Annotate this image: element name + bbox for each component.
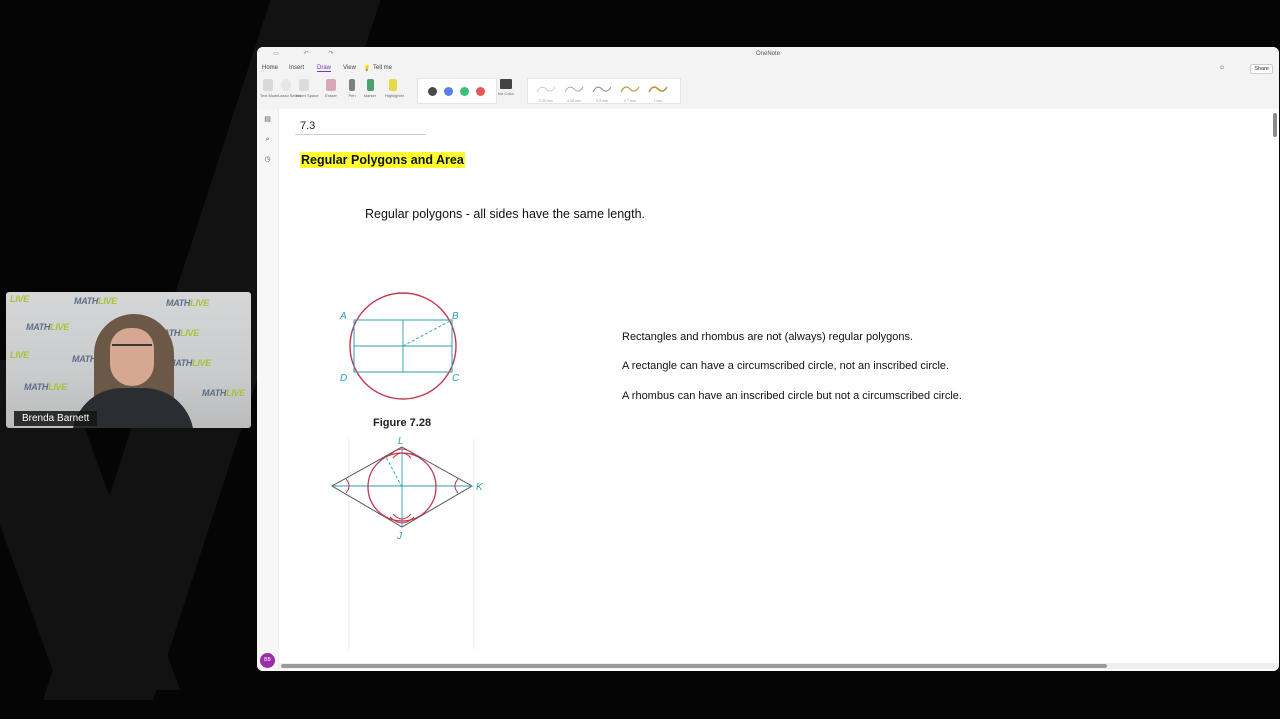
label-a: A bbox=[339, 311, 347, 322]
stroke-sample-icon bbox=[592, 86, 612, 93]
label-l: L bbox=[398, 436, 404, 447]
color-swatch-red[interactable] bbox=[476, 87, 485, 96]
onenote-window: ▭ ↶ ↷ OneNote Home Insert Draw View 💡 Te… bbox=[257, 47, 1279, 671]
stroke-sample-icon bbox=[648, 86, 668, 93]
ink-color-icon bbox=[500, 79, 512, 89]
stroke-size-option[interactable]: 0.25 mm bbox=[534, 81, 558, 103]
stroke-sample-icon bbox=[620, 86, 640, 93]
note-line-1[interactable]: Rectangles and rhombus are not (always) … bbox=[622, 331, 913, 343]
page-heading[interactable]: Regular Polygons and Area bbox=[300, 152, 465, 168]
stroke-size-gallery: 0.25 mm 0.35 mm 0.5 mm 0.7 mm 1 mm bbox=[527, 78, 681, 104]
insert-space-icon bbox=[299, 79, 309, 91]
tell-me-search[interactable]: Tell me bbox=[373, 65, 392, 71]
notebooks-icon[interactable]: ▤ bbox=[263, 115, 272, 124]
label-k: K bbox=[476, 482, 484, 493]
watermark-logo: LIVE bbox=[10, 294, 29, 304]
label-c: C bbox=[452, 373, 460, 384]
text-mode-icon bbox=[263, 79, 273, 91]
tab-insert[interactable]: Insert bbox=[289, 65, 304, 71]
label-j: J bbox=[396, 531, 403, 542]
page-title[interactable]: 7.3 bbox=[300, 120, 315, 132]
eraser-icon bbox=[326, 79, 336, 91]
lasso-icon bbox=[281, 79, 291, 91]
note-page[interactable]: 7.3 Regular Polygons and Area Regular po… bbox=[279, 109, 1279, 671]
app-title: OneNote bbox=[755, 51, 780, 57]
marker-tool[interactable]: Marker bbox=[362, 79, 378, 98]
left-navigation: ▤ ⌕ ◷ BB bbox=[257, 109, 279, 671]
presenter-webcam: LIVE MATHLIVE MATHLIVE MATHLIVE MATHLIVE… bbox=[6, 292, 251, 428]
watermark-logo: MATHLIVE bbox=[202, 388, 245, 398]
menu-bar: Home Insert Draw View 💡 Tell me ☺ bbox=[257, 63, 1279, 75]
recent-icon[interactable]: ◷ bbox=[263, 155, 272, 164]
text-mode-tool[interactable]: Text Mode bbox=[260, 79, 278, 98]
pen-color-palette bbox=[417, 78, 497, 104]
insert-space-tool[interactable]: Insert Space bbox=[296, 79, 318, 98]
highlighter-tool[interactable]: Highlighter bbox=[385, 79, 404, 98]
search-icon[interactable]: ⌕ bbox=[263, 135, 272, 144]
stroke-size-option[interactable]: 0.7 mm bbox=[618, 81, 642, 103]
stroke-sample-icon bbox=[564, 86, 584, 93]
label-d: D bbox=[340, 373, 347, 384]
pen-tool[interactable]: Pen bbox=[344, 79, 360, 98]
color-swatch-blue[interactable] bbox=[444, 87, 453, 96]
watermark-logo: MATHLIVE bbox=[74, 296, 117, 306]
watermark-logo: LIVE bbox=[10, 350, 29, 360]
horizontal-scroll-thumb[interactable] bbox=[281, 664, 1107, 668]
color-swatch-green[interactable] bbox=[460, 87, 469, 96]
highlighter-icon bbox=[389, 79, 397, 91]
stroke-size-option[interactable]: 1 mm bbox=[646, 81, 670, 103]
note-line-3[interactable]: A rhombus can have an inscribed circle b… bbox=[622, 390, 962, 402]
eraser-tool[interactable]: Eraser bbox=[323, 79, 339, 98]
watermark-logo: MATHLIVE bbox=[26, 322, 69, 332]
presenter-glasses bbox=[112, 344, 152, 356]
marker-icon bbox=[366, 79, 374, 91]
user-avatar[interactable]: BB bbox=[260, 653, 275, 668]
title-bar: ▭ ↶ ↷ OneNote bbox=[257, 47, 1279, 63]
color-swatch-dark-gray[interactable] bbox=[428, 87, 437, 96]
stroke-size-option[interactable]: 0.5 mm bbox=[590, 81, 614, 103]
feedback-icon[interactable]: ☺ bbox=[1219, 65, 1225, 71]
presenter-face bbox=[110, 328, 154, 386]
watermark-logo: MATHLIVE bbox=[168, 358, 211, 368]
pen-icon bbox=[349, 79, 355, 91]
definition-text[interactable]: Regular polygons - all sides have the sa… bbox=[365, 207, 645, 221]
figure-caption: Figure 7.28 bbox=[373, 417, 432, 429]
presenter-name-label: Brenda Barnett bbox=[14, 411, 98, 426]
horizontal-scrollbar[interactable] bbox=[279, 663, 1279, 669]
tab-view[interactable]: View bbox=[343, 65, 356, 71]
tab-home[interactable]: Home bbox=[262, 65, 278, 71]
tab-draw[interactable]: Draw bbox=[317, 65, 332, 72]
stroke-size-option[interactable]: 0.35 mm bbox=[562, 81, 586, 103]
tell-me-lightbulb-icon: 💡 bbox=[363, 66, 371, 72]
draw-ribbon: Text Mode Lasso Select Insert Space Eras… bbox=[257, 75, 1279, 110]
vertical-scroll-thumb[interactable] bbox=[1273, 113, 1277, 137]
note-line-2[interactable]: A rectangle can have a circumscribed cir… bbox=[622, 360, 949, 372]
label-b: B bbox=[452, 311, 459, 322]
stroke-sample-icon bbox=[536, 86, 556, 93]
lasso-select-tool[interactable]: Lasso Select bbox=[278, 79, 301, 98]
page-title-underline bbox=[295, 134, 426, 135]
share-button[interactable]: Share bbox=[1250, 64, 1273, 74]
watermark-logo: MATHLIVE bbox=[166, 298, 209, 308]
geometry-figure[interactable]: A B D C L K J bbox=[324, 289, 494, 649]
ink-color-button[interactable]: Ink Color bbox=[497, 78, 515, 96]
watermark-logo: MATHLIVE bbox=[24, 382, 67, 392]
